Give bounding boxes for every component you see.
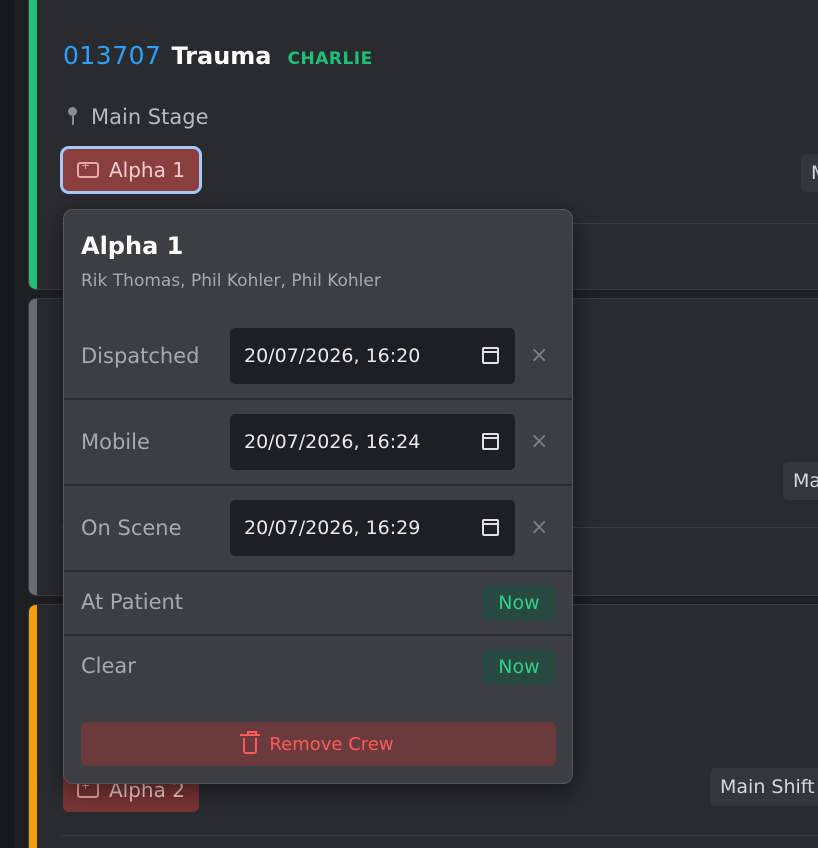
unit-badge-label: Alpha 1: [109, 158, 185, 182]
status-accent-bar: [29, 299, 37, 595]
status-row-at-patient: At Patient Now: [64, 572, 572, 636]
incident-id[interactable]: 013707: [63, 41, 161, 70]
shift-tag[interactable]: Main Shift: [710, 768, 818, 806]
datetime-value: 20/07/2026, 16:24: [244, 431, 421, 453]
clear-now-button[interactable]: Now: [482, 649, 556, 685]
ambulance-icon: [77, 159, 99, 178]
on-scene-datetime-input[interactable]: 20/07/2026, 16:29: [230, 500, 515, 556]
status-label: On Scene: [81, 516, 182, 540]
status-accent-bar: [29, 605, 37, 848]
datetime-value: 20/07/2026, 16:29: [244, 517, 421, 539]
status-row-on-scene: On Scene 20/07/2026, 16:29 ×: [64, 486, 572, 572]
shift-tag[interactable]: M: [801, 154, 818, 192]
card-divider: [61, 835, 818, 836]
status-row-mobile: Mobile 20/07/2026, 16:24 ×: [64, 400, 572, 486]
clear-icon[interactable]: ×: [530, 429, 548, 454]
status-label: Mobile: [81, 430, 150, 454]
shift-tag[interactable]: Ma: [783, 462, 818, 500]
status-accent-bar: [29, 0, 37, 289]
incident-priority-code: CHARLIE: [287, 49, 373, 69]
status-row-clear: Clear Now: [64, 636, 572, 700]
calendar-icon[interactable]: [482, 433, 499, 450]
dispatched-datetime-input[interactable]: 20/07/2026, 16:20: [230, 328, 515, 384]
trash-icon: [240, 730, 261, 754]
location-label: Main Stage: [91, 105, 209, 129]
incident-location: Main Stage: [67, 105, 209, 129]
status-label: Dispatched: [81, 344, 200, 368]
popover-title: Alpha 1: [81, 232, 184, 260]
incident-type: Trauma: [171, 42, 272, 70]
status-label: At Patient: [81, 590, 184, 614]
at-patient-now-button[interactable]: Now: [482, 585, 556, 621]
unit-badge-alpha-1[interactable]: Alpha 1: [60, 146, 202, 194]
incident-header: 013707 Trauma CHARLIE: [63, 41, 373, 70]
mobile-datetime-input[interactable]: 20/07/2026, 16:24: [230, 414, 515, 470]
ambulance-icon: [77, 779, 99, 798]
clear-icon[interactable]: ×: [530, 515, 548, 540]
location-pin-icon: [67, 107, 77, 127]
datetime-value: 20/07/2026, 16:20: [244, 345, 421, 367]
remove-crew-label: Remove Crew: [269, 733, 394, 755]
calendar-icon[interactable]: [482, 519, 499, 536]
crew-list: Rik Thomas, Phil Kohler, Phil Kohler: [81, 271, 381, 291]
calendar-icon[interactable]: [482, 347, 499, 364]
sidebar-strip: [0, 0, 14, 848]
status-row-dispatched: Dispatched 20/07/2026, 16:20 ×: [64, 313, 572, 400]
clear-icon[interactable]: ×: [530, 343, 548, 368]
remove-crew-button[interactable]: Remove Crew: [81, 722, 556, 766]
status-label: Clear: [81, 654, 136, 678]
unit-status-popover: Alpha 1 Rik Thomas, Phil Kohler, Phil Ko…: [63, 209, 573, 784]
